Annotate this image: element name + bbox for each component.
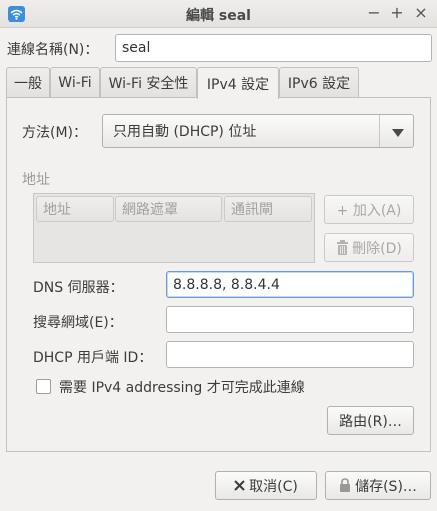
require-ipv4-checkbox[interactable] (36, 379, 51, 394)
close-button[interactable]: × (412, 4, 430, 22)
method-value: 只用自動 (DHCP) 位址 (113, 124, 257, 140)
lock-icon (339, 478, 351, 493)
save-button[interactable]: 儲存(S)… (325, 471, 431, 500)
tab-ipv6-settings[interactable]: IPv6 設定 (279, 67, 359, 98)
delete-address-button[interactable]: 刪除(D) (324, 233, 414, 262)
maximize-button[interactable]: + (388, 4, 406, 22)
cancel-button[interactable]: 取消(C) (215, 471, 317, 500)
routes-button[interactable]: 路由(R)… (327, 406, 414, 435)
address-table: 地址 網路遮罩 通訊閘 (33, 193, 315, 263)
method-label: 方法(M)： (22, 125, 88, 141)
cancel-label: 取消(C) (249, 478, 298, 495)
minimize-button[interactable]: − (365, 4, 383, 22)
search-domains-field[interactable] (166, 306, 414, 333)
connection-name-label: 連線名稱(N)： (7, 42, 99, 58)
delete-address-label: 刪除(D) (352, 240, 402, 257)
dropdown-divider (379, 115, 380, 147)
tab-ipv4-settings[interactable]: IPv4 設定 (197, 67, 279, 99)
tab-wifi[interactable]: Wi-Fi (50, 67, 100, 98)
dns-servers-field[interactable]: 8.8.8.8, 8.8.4.4 (166, 271, 414, 298)
connection-name-field[interactable]: seal (115, 34, 432, 62)
method-dropdown[interactable]: 只用自動 (DHCP) 位址 (102, 114, 414, 148)
dns-servers-label: DNS 伺服器： (33, 280, 124, 296)
dhcp-client-id-field[interactable] (166, 341, 414, 368)
trash-icon (336, 240, 349, 255)
column-address: 地址 (36, 196, 114, 222)
tab-general[interactable]: 一般 (6, 67, 50, 98)
column-gateway: 通訊閘 (224, 196, 312, 222)
column-netmask: 網路遮罩 (115, 196, 222, 222)
save-label: 儲存(S)… (355, 478, 417, 495)
close-icon (234, 480, 245, 491)
address-section-label: 地址 (22, 172, 50, 188)
search-domains-label: 搜尋網域(E)： (33, 315, 123, 331)
chevron-down-icon (392, 126, 404, 142)
dhcp-client-id-label: DHCP 用戶端 ID： (33, 350, 153, 366)
require-ipv4-label[interactable]: 需要 IPv4 addressing 才可完成此連線 (59, 377, 305, 397)
add-address-button[interactable]: + 加入(A) (324, 195, 414, 224)
tab-wifi-security[interactable]: Wi-Fi 安全性 (100, 67, 197, 98)
